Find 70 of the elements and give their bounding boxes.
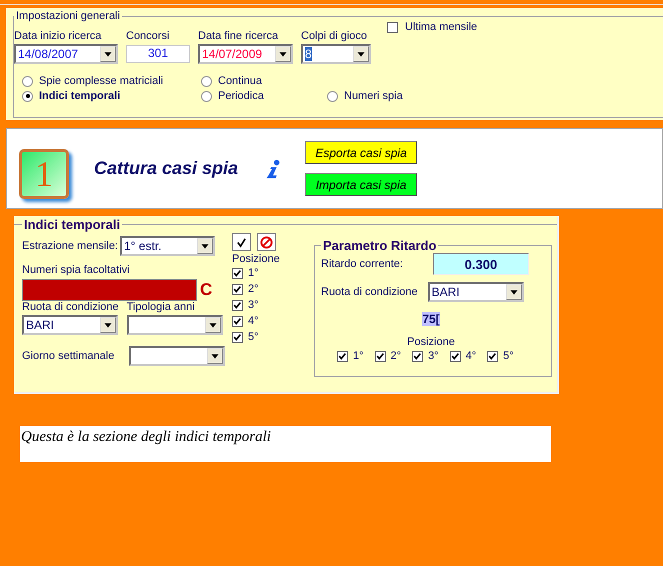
checkbox[interactable] bbox=[374, 350, 386, 362]
radio-label: Indici temporali bbox=[39, 90, 120, 102]
checkbox-label: 2° bbox=[248, 283, 259, 295]
group-title: Impostazioni generali bbox=[15, 10, 121, 22]
checkbox-label: 4° bbox=[248, 315, 259, 327]
check-icon bbox=[236, 236, 247, 248]
checkbox-label: 5° bbox=[248, 331, 259, 343]
code-text: 75[ bbox=[422, 312, 440, 326]
checkbox[interactable] bbox=[232, 284, 243, 294]
description-text: Questa è la sezione degli indici temporali bbox=[20, 426, 551, 462]
group-title: Parametro Ritardo bbox=[322, 238, 438, 253]
number-badge: 1 bbox=[19, 148, 69, 198]
prohibited-icon bbox=[260, 236, 273, 248]
checkbox-label: 5° bbox=[503, 350, 514, 362]
radio-label: Periodica bbox=[218, 90, 264, 102]
field-label: Data inizio ricerca bbox=[14, 30, 102, 42]
field-label: Ruota di condizione bbox=[321, 286, 418, 298]
radio-label: Spie complesse matriciali bbox=[39, 75, 164, 87]
field-label: Numeri spia facoltativi bbox=[22, 264, 131, 276]
field-label: Giorno settimanale bbox=[22, 350, 114, 362]
radio-button[interactable] bbox=[22, 76, 33, 86]
field-marker: C bbox=[200, 280, 212, 300]
field-label: Data fine ricerca bbox=[198, 30, 280, 42]
checkbox[interactable] bbox=[337, 350, 348, 362]
group-label: Posizione bbox=[232, 253, 281, 265]
input-field[interactable] bbox=[22, 279, 197, 301]
action-button[interactable]: Importa casi spia bbox=[305, 173, 418, 196]
field-label: Ruota di condizione bbox=[22, 301, 119, 313]
section-title: Cattura casi spia bbox=[94, 158, 238, 179]
checkbox[interactable] bbox=[232, 316, 243, 326]
radio-label: Numeri spia bbox=[344, 90, 403, 102]
checkbox[interactable] bbox=[232, 332, 243, 342]
dropdown[interactable]: 14/08/2007 bbox=[14, 44, 118, 64]
group-label: Posizione bbox=[406, 336, 456, 348]
field-label: Tipologia anni bbox=[126, 301, 196, 313]
dropdown[interactable]: 14/07/2009 bbox=[198, 44, 293, 64]
radio-button[interactable] bbox=[201, 90, 212, 102]
input-field[interactable]: 301 bbox=[126, 45, 190, 63]
checkbox-label: 3° bbox=[248, 299, 259, 311]
field-label: Colpi di gioco bbox=[301, 30, 368, 42]
radio-button[interactable] bbox=[22, 90, 33, 102]
checkbox[interactable] bbox=[412, 350, 424, 362]
checkbox[interactable] bbox=[450, 350, 461, 362]
radio-button[interactable] bbox=[201, 76, 212, 86]
dropdown[interactable] bbox=[126, 315, 223, 335]
field-label: Concorsi bbox=[126, 30, 170, 42]
dropdown[interactable] bbox=[129, 346, 226, 366]
select-all-button[interactable] bbox=[232, 233, 251, 251]
radio-label: Continua bbox=[218, 75, 262, 87]
checkbox-label: 2° bbox=[390, 350, 402, 362]
field-label: Ritardo corrente: bbox=[321, 258, 403, 270]
checkbox[interactable] bbox=[232, 268, 243, 278]
group-title: Indici temporali bbox=[23, 217, 122, 232]
radio-button[interactable] bbox=[327, 90, 338, 102]
checkbox[interactable] bbox=[387, 22, 398, 32]
checkbox-label: 4° bbox=[466, 350, 476, 362]
dropdown[interactable]: BARI bbox=[428, 282, 524, 302]
checkbox-label: Ultima mensile bbox=[405, 21, 478, 33]
clear-all-button[interactable] bbox=[257, 233, 276, 251]
value-field[interactable]: 0.300 bbox=[432, 253, 529, 275]
dropdown[interactable]: 1° estr. bbox=[120, 236, 215, 256]
checkbox-label: 1° bbox=[353, 350, 364, 362]
checkbox-label: 3° bbox=[428, 350, 439, 362]
action-button[interactable]: Esporta casi spia bbox=[305, 141, 418, 164]
checkbox[interactable] bbox=[487, 350, 498, 362]
field-label: Estrazione mensile: bbox=[22, 240, 118, 252]
dropdown[interactable]: BARI bbox=[22, 315, 118, 335]
checkbox[interactable] bbox=[232, 300, 243, 310]
dropdown[interactable]: 8 bbox=[301, 44, 371, 64]
checkbox-label: 1° bbox=[248, 267, 259, 279]
